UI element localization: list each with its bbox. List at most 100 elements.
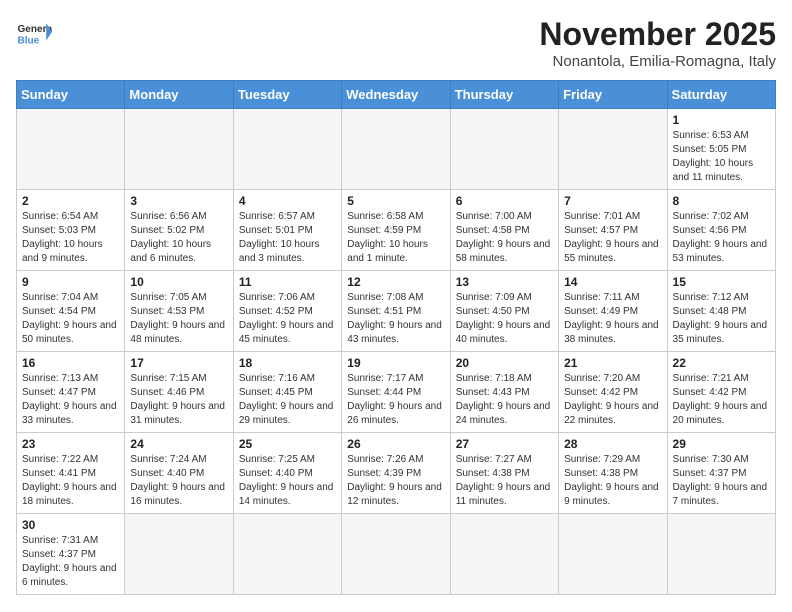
day-number: 29 [673, 437, 770, 451]
day-info: Sunrise: 7:08 AM Sunset: 4:51 PM Dayligh… [347, 291, 444, 347]
day-number: 25 [239, 437, 336, 451]
day-info: Sunrise: 6:53 AM Sunset: 5:05 PM Dayligh… [673, 129, 770, 185]
day-number: 5 [347, 194, 444, 208]
calendar-day-cell: 17Sunrise: 7:15 AM Sunset: 4:46 PM Dayli… [125, 352, 233, 433]
day-of-week-header: Thursday [450, 81, 558, 109]
svg-text:Blue: Blue [17, 35, 39, 46]
day-info: Sunrise: 7:06 AM Sunset: 4:52 PM Dayligh… [239, 291, 336, 347]
day-info: Sunrise: 6:57 AM Sunset: 5:01 PM Dayligh… [239, 210, 336, 266]
calendar-day-cell: 12 Sunrise: 7:08 AM Sunset: 4:51 PM Dayli… [342, 271, 450, 352]
month-title: November 2025 [539, 16, 776, 53]
day-number: 19 [347, 356, 444, 370]
day-info: Sunrise: 6:56 AM Sunset: 5:02 PM Dayligh… [130, 210, 227, 266]
calendar-day-cell: 1 Sunrise: 6:53 AM Sunset: 5:05 PM Daylig… [667, 109, 775, 190]
day-number: 23 [22, 437, 119, 451]
calendar-day-cell: 9 Sunrise: 7:04 AM Sunset: 4:54 PM Daylig… [17, 271, 125, 352]
day-number: 10 [130, 275, 227, 289]
day-info: Sunrise: 7:13 AM Sunset: 4:47 PM Dayligh… [22, 372, 119, 428]
calendar-day-cell: 6 Sunrise: 7:00 AM Sunset: 4:58 PM Daylig… [450, 190, 558, 271]
day-number: 9 [22, 275, 119, 289]
day-info: Sunrise: 7:02 AM Sunset: 4:56 PM Dayligh… [673, 210, 770, 266]
day-info: Sunrise: 7:00 AM Sunset: 4:58 PM Dayligh… [456, 210, 553, 266]
calendar-day-cell [667, 514, 775, 595]
calendar-day-cell [233, 514, 341, 595]
day-number: 28 [564, 437, 661, 451]
day-info: Sunrise: 7:31 AM Sunset: 4:37 PM Dayligh… [22, 534, 119, 590]
calendar-day-cell: 16 Sunrise: 7:13 AM Sunset: 4:47 PM Dayli… [17, 352, 125, 433]
day-of-week-header: Saturday [667, 81, 775, 109]
day-number: 17 [130, 356, 227, 370]
day-of-week-header: Tuesday [233, 81, 341, 109]
day-number: 15 [673, 275, 770, 289]
calendar-day-cell: 25Sunrise: 7:25 AM Sunset: 4:40 PM Dayli… [233, 433, 341, 514]
day-info: Sunrise: 7:26 AM Sunset: 4:39 PM Dayligh… [347, 453, 444, 509]
calendar-day-cell [233, 109, 341, 190]
logo: General Blue [16, 16, 52, 52]
day-info: Sunrise: 7:27 AM Sunset: 4:38 PM Dayligh… [456, 453, 553, 509]
calendar-day-cell [559, 109, 667, 190]
calendar-day-cell: 27 Sunrise: 7:27 AM Sunset: 4:38 PM Dayli… [450, 433, 558, 514]
calendar-day-cell: 5 Sunrise: 6:58 AM Sunset: 4:59 PM Daylig… [342, 190, 450, 271]
calendar-day-cell: 3Sunrise: 6:56 AM Sunset: 5:02 PM Daylig… [125, 190, 233, 271]
day-info: Sunrise: 7:04 AM Sunset: 4:54 PM Dayligh… [22, 291, 119, 347]
calendar-day-cell: 13Sunrise: 7:09 AM Sunset: 4:50 PM Dayli… [450, 271, 558, 352]
day-number: 20 [456, 356, 553, 370]
calendar-week-row: 16 Sunrise: 7:13 AM Sunset: 4:47 PM Dayli… [17, 352, 776, 433]
day-info: Sunrise: 7:05 AM Sunset: 4:53 PM Dayligh… [130, 291, 227, 347]
calendar-day-cell: 28 Sunrise: 7:29 AM Sunset: 4:38 PM Dayli… [559, 433, 667, 514]
day-number: 24 [130, 437, 227, 451]
day-number: 8 [673, 194, 770, 208]
day-info: Sunrise: 7:16 AM Sunset: 4:45 PM Dayligh… [239, 372, 336, 428]
calendar-day-cell: 4 Sunrise: 6:57 AM Sunset: 5:01 PM Daylig… [233, 190, 341, 271]
day-number: 6 [456, 194, 553, 208]
day-number: 1 [673, 113, 770, 127]
calendar-day-cell [559, 514, 667, 595]
day-info: Sunrise: 6:58 AM Sunset: 4:59 PM Dayligh… [347, 210, 444, 266]
day-number: 30 [22, 518, 119, 532]
calendar-day-cell [17, 109, 125, 190]
day-of-week-header: Wednesday [342, 81, 450, 109]
calendar-week-row: 1 Sunrise: 6:53 AM Sunset: 5:05 PM Daylig… [17, 109, 776, 190]
day-number: 4 [239, 194, 336, 208]
calendar-day-cell: 14 Sunrise: 7:11 AM Sunset: 4:49 PM Dayli… [559, 271, 667, 352]
calendar-day-cell: 24 Sunrise: 7:24 AM Sunset: 4:40 PM Dayli… [125, 433, 233, 514]
day-number: 16 [22, 356, 119, 370]
header: General Blue November 2025 Nonantola, Em… [16, 16, 776, 70]
day-number: 27 [456, 437, 553, 451]
calendar-day-cell [125, 109, 233, 190]
day-info: Sunrise: 7:24 AM Sunset: 4:40 PM Dayligh… [130, 453, 227, 509]
calendar-week-row: 23Sunrise: 7:22 AM Sunset: 4:41 PM Dayli… [17, 433, 776, 514]
day-number: 7 [564, 194, 661, 208]
day-info: Sunrise: 7:21 AM Sunset: 4:42 PM Dayligh… [673, 372, 770, 428]
day-number: 26 [347, 437, 444, 451]
calendar-week-row: 30 Sunrise: 7:31 AM Sunset: 4:37 PM Dayli… [17, 514, 776, 595]
calendar-day-cell [450, 514, 558, 595]
calendar-day-cell [342, 514, 450, 595]
title-block: November 2025 Nonantola, Emilia-Romagna,… [539, 16, 776, 70]
calendar-week-row: 2 Sunrise: 6:54 AM Sunset: 5:03 PM Daylig… [17, 190, 776, 271]
calendar-week-row: 9 Sunrise: 7:04 AM Sunset: 4:54 PM Daylig… [17, 271, 776, 352]
calendar-day-cell [450, 109, 558, 190]
day-of-week-header: Monday [125, 81, 233, 109]
day-number: 14 [564, 275, 661, 289]
day-of-week-header: Sunday [17, 81, 125, 109]
logo-icon: General Blue [16, 16, 52, 52]
calendar-day-cell: 19Sunrise: 7:17 AM Sunset: 4:44 PM Dayli… [342, 352, 450, 433]
day-number: 18 [239, 356, 336, 370]
day-info: Sunrise: 7:11 AM Sunset: 4:49 PM Dayligh… [564, 291, 661, 347]
day-of-week-header: Friday [559, 81, 667, 109]
day-info: Sunrise: 7:30 AM Sunset: 4:37 PM Dayligh… [673, 453, 770, 509]
calendar-day-cell: 29 Sunrise: 7:30 AM Sunset: 4:37 PM Dayli… [667, 433, 775, 514]
calendar-day-cell: 15Sunrise: 7:12 AM Sunset: 4:48 PM Dayli… [667, 271, 775, 352]
day-info: Sunrise: 7:09 AM Sunset: 4:50 PM Dayligh… [456, 291, 553, 347]
day-info: Sunrise: 6:54 AM Sunset: 5:03 PM Dayligh… [22, 210, 119, 266]
calendar-day-cell: 2 Sunrise: 6:54 AM Sunset: 5:03 PM Daylig… [17, 190, 125, 271]
calendar-day-cell [125, 514, 233, 595]
day-number: 22 [673, 356, 770, 370]
day-number: 2 [22, 194, 119, 208]
calendar-day-cell: 20 Sunrise: 7:18 AM Sunset: 4:43 PM Dayli… [450, 352, 558, 433]
day-info: Sunrise: 7:29 AM Sunset: 4:38 PM Dayligh… [564, 453, 661, 509]
day-info: Sunrise: 7:18 AM Sunset: 4:43 PM Dayligh… [456, 372, 553, 428]
calendar-day-cell: 30 Sunrise: 7:31 AM Sunset: 4:37 PM Dayli… [17, 514, 125, 595]
day-number: 12 [347, 275, 444, 289]
